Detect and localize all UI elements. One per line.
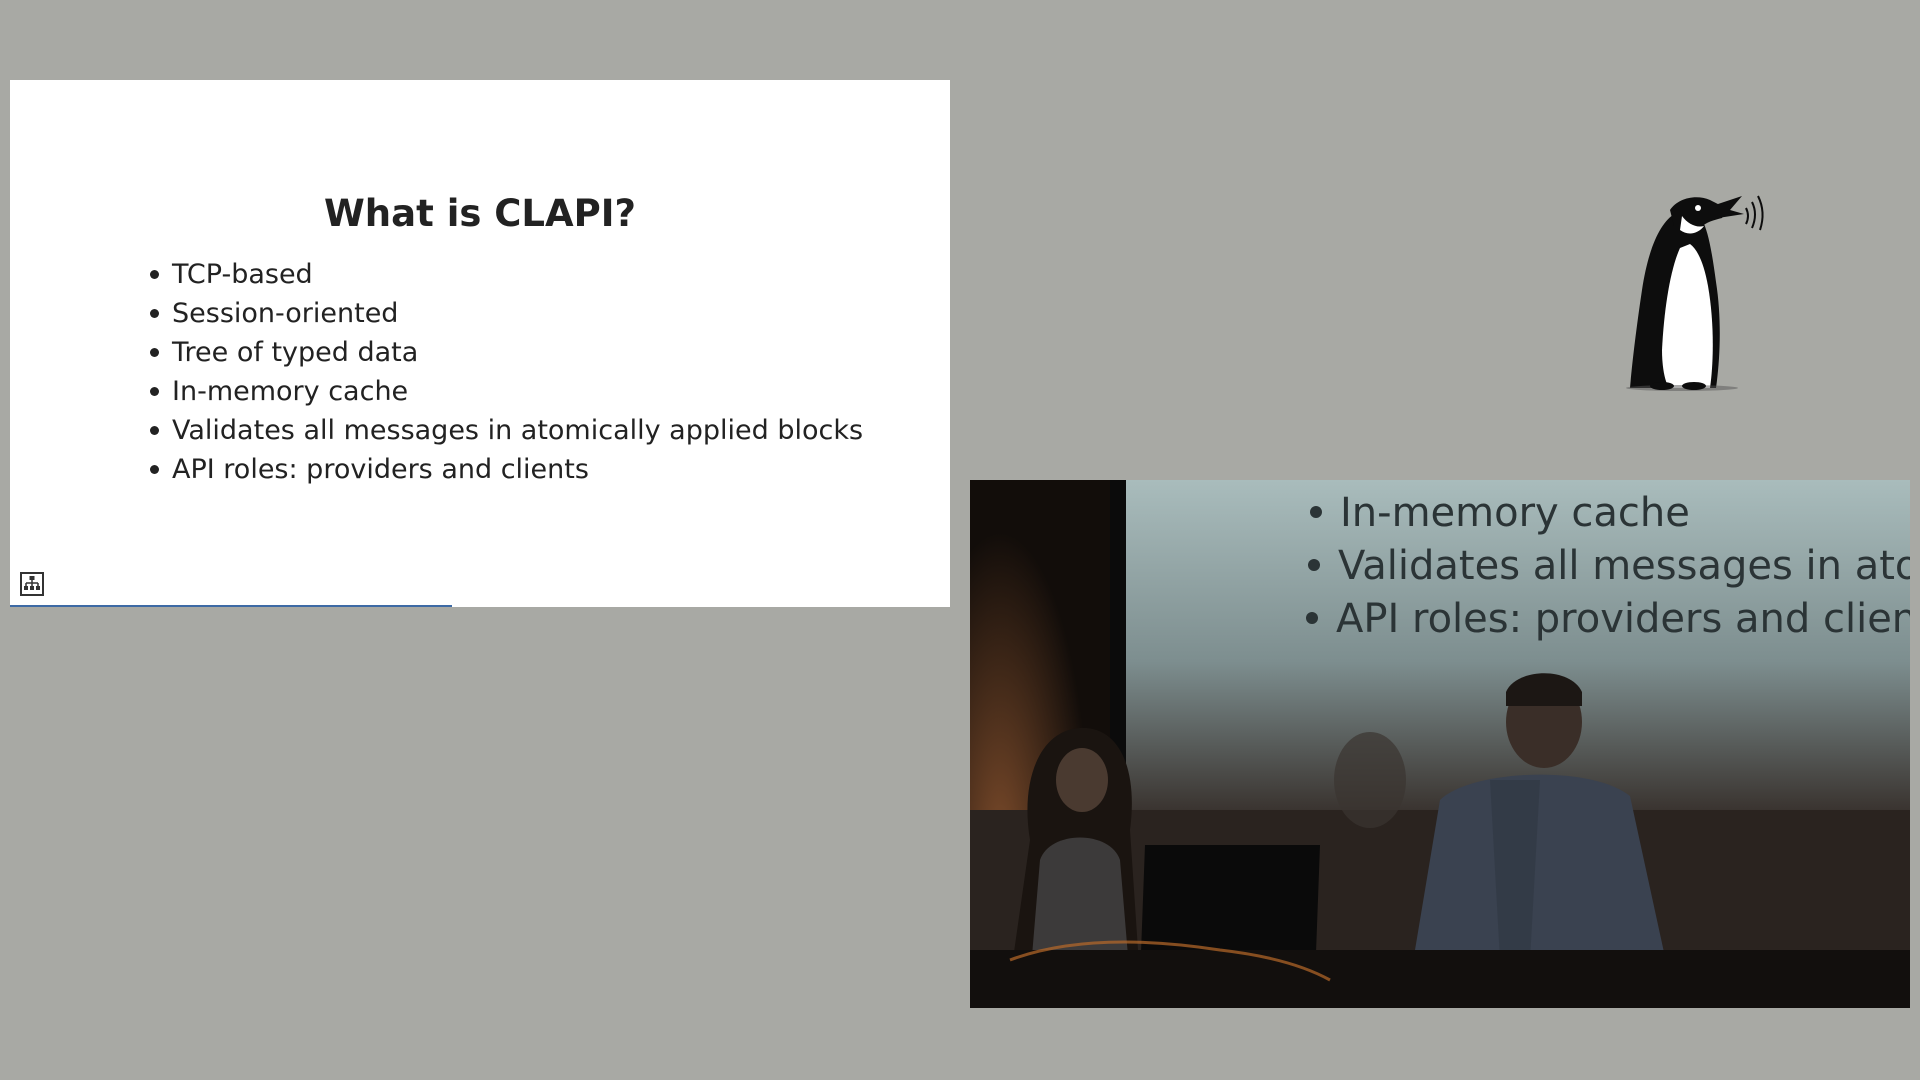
slide-bullet-text: TCP-based — [172, 259, 313, 290]
slide-bullet-list: TCP-based Session-oriented Tree of typed… — [148, 255, 863, 489]
slide-panel: What is CLAPI? TCP-based Session-oriente… — [10, 80, 950, 607]
bullet-dot-icon — [150, 348, 159, 357]
bullet-dot-icon — [150, 426, 159, 435]
bullet-dot-icon — [150, 309, 159, 318]
projected-bullet-dot-icon — [1310, 506, 1322, 518]
slide-bullet: TCP-based — [148, 255, 863, 294]
bullet-dot-icon — [150, 270, 159, 279]
slide-bullet: API roles: providers and clients — [148, 450, 863, 489]
projected-bullet-text: Validates all messages in atomically — [1338, 543, 1910, 589]
slide-bullet-text: Session-oriented — [172, 298, 399, 329]
speaker-camera-feed: In-memory cache Validates all messages i… — [970, 480, 1910, 1008]
camera-scene-image: In-memory cache Validates all messages i… — [970, 480, 1910, 1008]
network-tree-icon — [20, 572, 44, 596]
slide-bullet: In-memory cache — [148, 372, 863, 411]
conference-recording-frame: What is CLAPI? TCP-based Session-oriente… — [0, 0, 1920, 1080]
slide-bullet: Session-oriented — [148, 294, 863, 333]
bullet-dot-icon — [150, 387, 159, 396]
bullet-dot-icon — [150, 465, 159, 474]
slide-bullet-text: Validates all messages in atomically app… — [172, 415, 864, 446]
slide-bullet-text: API roles: providers and clients — [172, 454, 589, 485]
projected-bullet-dot-icon — [1308, 559, 1320, 571]
slide-bullet-text: Tree of typed data — [172, 337, 419, 368]
projected-bullet-dot-icon — [1306, 612, 1318, 624]
slide-progress-fill — [10, 605, 452, 607]
slide-title: What is CLAPI? — [324, 192, 636, 235]
slide-bullet-text: In-memory cache — [172, 376, 409, 407]
slide-bullet: Tree of typed data — [148, 333, 863, 372]
projected-bullet-text: In-memory cache — [1340, 490, 1690, 536]
projected-bullet-text: API roles: providers and clients — [1336, 596, 1910, 642]
slide-bullet: Validates all messages in atomically app… — [148, 411, 863, 450]
slide-progress-bar — [10, 604, 950, 607]
penguin-icon — [1618, 190, 1768, 400]
